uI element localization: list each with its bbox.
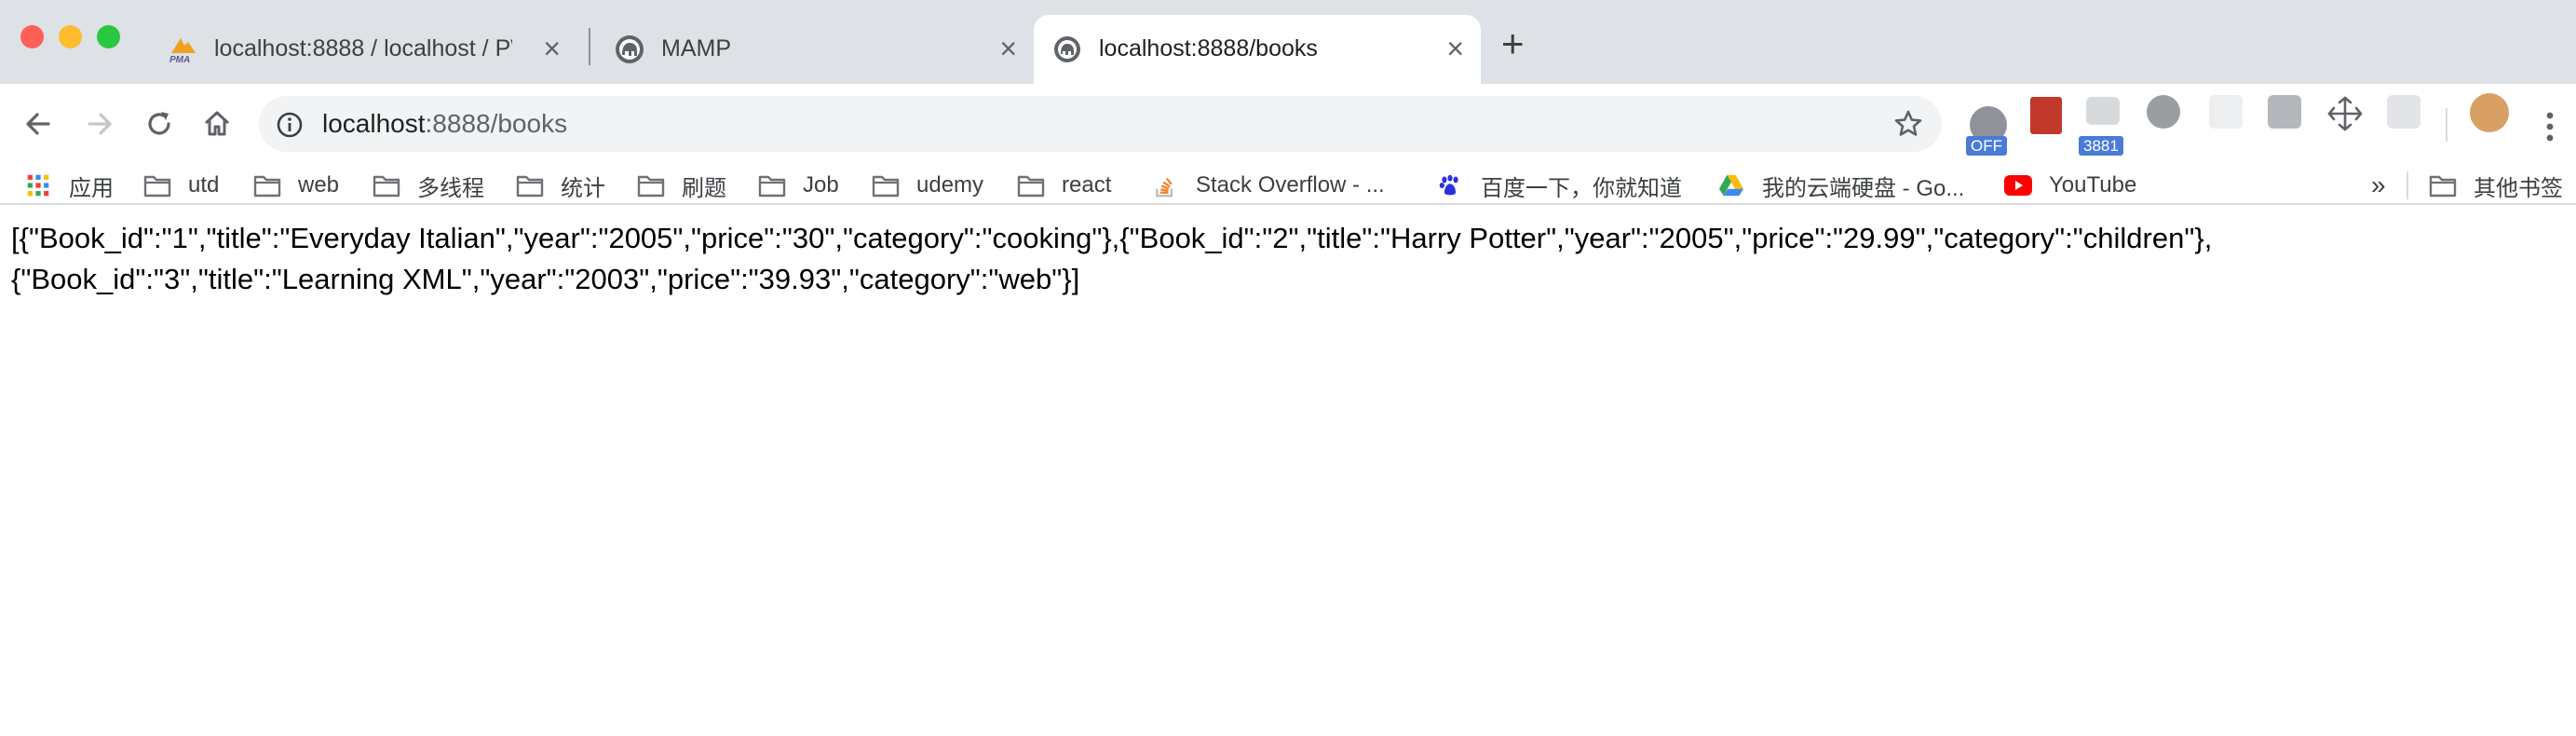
- phpmyadmin-icon: PMA: [168, 34, 197, 65]
- bookmark-label: web: [298, 172, 340, 198]
- home-icon: [204, 111, 230, 136]
- baidu-paw-icon: [1439, 174, 1458, 196]
- bookmark-stackoverflow[interactable]: Stack Overflow - ...: [1151, 168, 1385, 203]
- move-cross-icon[interactable]: [2326, 95, 2364, 132]
- chat-extension-icon[interactable]: [2147, 95, 2180, 129]
- extension-badge: 3881: [2079, 136, 2123, 156]
- json-line: {"Book_id":"3","title":"Learning XML","y…: [11, 263, 1080, 295]
- bookmark-label: 百度一下，你就知道: [1481, 175, 1682, 201]
- mamp-elephant-icon: [615, 34, 644, 64]
- bookmark-folder-utd[interactable]: utd: [143, 168, 219, 203]
- bookmark-folder-job[interactable]: Job: [758, 168, 839, 203]
- window-zoom-button[interactable]: [97, 25, 120, 48]
- extension-counter-icon[interactable]: [2086, 97, 2120, 125]
- tab-separator: [589, 28, 590, 65]
- stackoverflow-icon: [1156, 177, 1173, 198]
- window-close-button[interactable]: [20, 25, 44, 48]
- youtube-icon: [2004, 175, 2032, 196]
- close-icon[interactable]: ×: [1446, 30, 1464, 67]
- bookmark-label: react: [1062, 172, 1112, 198]
- toolbar: localhost:8888/books OFF 3881: [0, 84, 2576, 168]
- bookmark-label: 应用: [69, 175, 114, 201]
- window-minimize-button[interactable]: [59, 25, 82, 48]
- bookmark-label: 刷题: [682, 175, 726, 201]
- bookmark-folder-udemy[interactable]: udemy: [872, 168, 983, 203]
- toolbar-divider: [2446, 108, 2447, 142]
- bookmark-folder-react[interactable]: react: [1017, 168, 1111, 203]
- folder-icon: [373, 175, 400, 198]
- tab-strip: PMA localhost:8888 / localhost / PW × MA…: [0, 0, 2576, 84]
- url-host: localhost: [322, 109, 426, 138]
- tab-title: localhost:8888/books: [1099, 35, 1318, 61]
- new-tab-button[interactable]: +: [1501, 20, 1525, 67]
- bookmark-label: Job: [803, 172, 839, 198]
- google-drive-icon: [1719, 174, 1743, 197]
- forward-arrow-icon: [88, 113, 112, 135]
- tab-mamp[interactable]: MAMP ×: [596, 15, 1034, 84]
- tab-books-active[interactable]: localhost:8888/books ×: [1034, 15, 1481, 84]
- bookmark-folder-web[interactable]: web: [253, 168, 339, 203]
- bookmark-apps[interactable]: 应用: [24, 168, 114, 203]
- bookmarks-divider-line: [0, 203, 2576, 205]
- bookmarks-overflow-button[interactable]: »: [2371, 168, 2386, 203]
- folder-icon: [516, 175, 544, 198]
- forward-button[interactable]: [76, 101, 123, 147]
- react-devtools-icon[interactable]: [2387, 95, 2420, 129]
- bookmark-star-icon[interactable]: [1893, 109, 1923, 143]
- reload-icon: [148, 112, 170, 135]
- bookmark-label: udemy: [916, 172, 984, 198]
- info-icon[interactable]: [276, 111, 304, 143]
- address-bar[interactable]: localhost:8888/books: [259, 96, 1942, 152]
- bookmark-label: 我的云端硬盘 - Go...: [1762, 175, 1965, 201]
- kilo-extension-icon[interactable]: [2268, 95, 2301, 129]
- reload-button[interactable]: [136, 101, 183, 147]
- svg-text:PMA: PMA: [169, 55, 190, 64]
- bookmark-google-drive[interactable]: 我的云端硬盘 - Go...: [1717, 168, 1964, 203]
- bookmark-label: 多线程: [417, 175, 484, 201]
- folder-icon: [1017, 175, 1045, 198]
- back-button[interactable]: [15, 101, 61, 147]
- menu-dots-icon[interactable]: [2537, 108, 2563, 150]
- url-path: :8888/books: [425, 109, 568, 138]
- json-response-body: [{"Book_id":"1","title":"Everyday Italia…: [11, 218, 2563, 300]
- bookmark-label: YouTube: [2049, 172, 2137, 198]
- json-line: [{"Book_id":"1","title":"Everyday Italia…: [11, 222, 2213, 254]
- bookmark-folder-other[interactable]: 其他书签: [2429, 168, 2563, 203]
- player-extension-icon[interactable]: [2209, 95, 2243, 129]
- folder-icon: [253, 175, 281, 198]
- close-icon[interactable]: ×: [543, 30, 561, 67]
- folder-icon: [872, 175, 900, 198]
- extension-badge: OFF: [1966, 136, 2007, 156]
- folder-icon: [2429, 175, 2457, 198]
- bookmark-folder-problems[interactable]: 刷题: [637, 168, 726, 203]
- back-arrow-icon: [26, 113, 50, 135]
- globe-icon: [1052, 34, 1082, 64]
- folder-icon: [143, 175, 171, 198]
- tab-title: localhost:8888 / localhost / PW: [214, 35, 512, 61]
- bookmark-youtube[interactable]: YouTube: [2004, 168, 2136, 203]
- home-button[interactable]: [194, 101, 240, 147]
- folder-icon: [758, 175, 786, 198]
- tab-phpmyadmin[interactable]: PMA localhost:8888 / localhost / PW ×: [149, 15, 577, 84]
- bookmark-folder-stats[interactable]: 统计: [516, 168, 605, 203]
- url-text[interactable]: localhost:8888/books: [322, 105, 567, 143]
- close-icon[interactable]: ×: [999, 30, 1017, 67]
- bookmarks-bar: 应用 utd web 多线程 统计 刷题 Job udemy react Sta…: [0, 168, 2576, 203]
- bookmark-baidu[interactable]: 百度一下，你就知道: [1436, 168, 1682, 203]
- bookmark-label: 统计: [561, 175, 605, 201]
- bookmark-label: Stack Overflow - ...: [1196, 172, 1385, 198]
- avatar[interactable]: [2470, 93, 2509, 132]
- overflow-chevron-icon: »: [2371, 170, 2386, 199]
- apps-grid-icon: [27, 174, 49, 197]
- bookmarks-divider: [2407, 171, 2408, 199]
- bookmark-label: 其他书签: [2474, 175, 2563, 201]
- bookmark-folder-multithread[interactable]: 多线程: [373, 168, 484, 203]
- bookmark-label: utd: [188, 172, 220, 198]
- folder-icon: [637, 175, 665, 198]
- book-extension-icon[interactable]: [2030, 97, 2062, 134]
- tab-title: MAMP: [661, 35, 731, 61]
